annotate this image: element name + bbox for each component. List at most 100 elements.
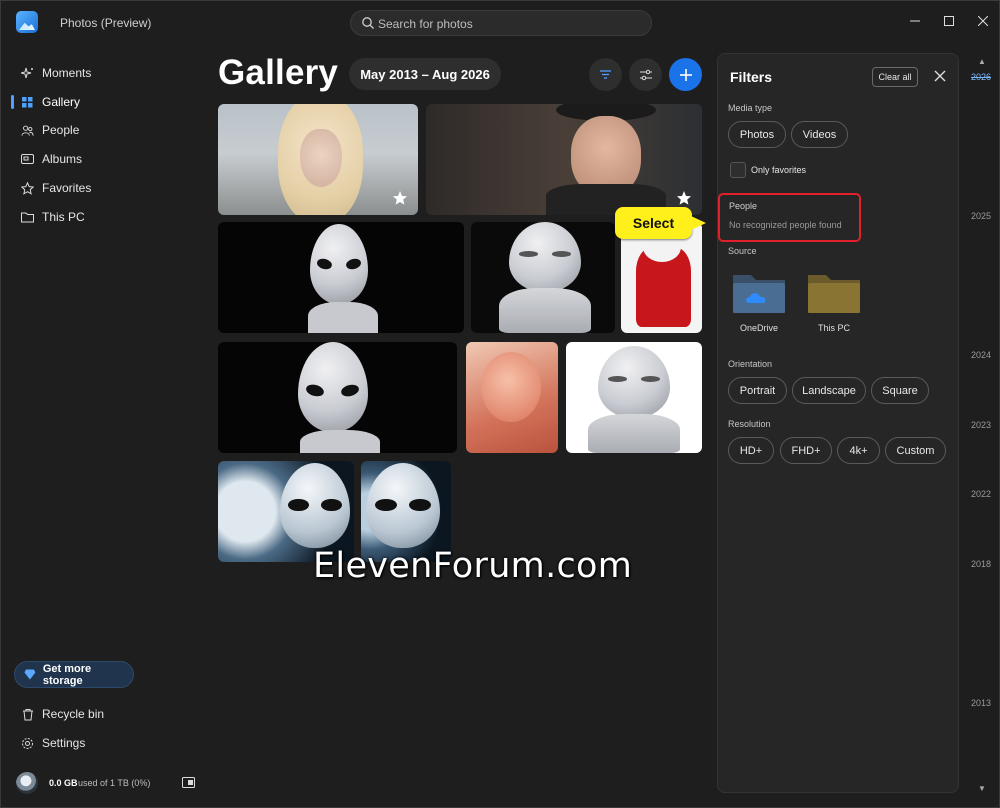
photo-thumbnail[interactable] (471, 222, 615, 333)
add-button[interactable] (669, 58, 702, 91)
photo-body (308, 302, 378, 333)
photo-eye (519, 251, 538, 257)
people-empty-text: No recognized people found (729, 220, 842, 230)
get-more-storage-button[interactable]: Get more storage (14, 661, 134, 688)
photo-thumbnail[interactable] (566, 342, 702, 453)
view-options-button[interactable] (629, 58, 662, 91)
sidebar-item-label: This PC (42, 210, 85, 224)
app-title: Photos (Preview) (60, 16, 152, 30)
only-favorites-checkbox[interactable] (730, 162, 746, 178)
sidebar-item-moments[interactable]: Moments (11, 60, 201, 86)
people-heading: People (729, 201, 758, 211)
chip-photos[interactable]: Photos (728, 121, 786, 148)
filter-icon (600, 70, 611, 79)
resolution-heading: Resolution (728, 419, 771, 429)
onedrive-folder-icon (733, 275, 785, 313)
filters-title: Filters (730, 69, 773, 85)
source-onedrive-label: OneDrive (739, 323, 778, 333)
search-input[interactable]: Search for photos (350, 10, 652, 36)
photo-subject (481, 352, 541, 422)
photo-alien (366, 463, 440, 548)
scroll-up-icon[interactable]: ▲ (977, 57, 987, 67)
photo-eye (608, 376, 627, 382)
photo-eye (344, 257, 363, 271)
avatar[interactable] (16, 772, 38, 794)
timeline-year[interactable]: 2024 (971, 350, 991, 360)
photo-face (300, 129, 342, 187)
photo-body (588, 414, 680, 453)
timeline-year[interactable]: 2026 (971, 72, 991, 82)
people-highlight: People No recognized people found (718, 193, 861, 242)
sidebar-item-this-pc[interactable]: This PC (11, 204, 201, 230)
photo-thumbnail[interactable] (218, 222, 464, 333)
photo-eye (288, 498, 310, 512)
chip-videos[interactable]: Videos (791, 121, 848, 148)
timeline-year[interactable]: 2018 (971, 559, 991, 569)
album-icon (21, 153, 34, 166)
photo-alien (509, 222, 581, 292)
storage-info: 0.0 GB used of 1 TB (0%) (16, 772, 196, 794)
photo-thumbnail[interactable] (466, 342, 558, 453)
sidebar-item-favorites[interactable]: Favorites (11, 175, 201, 201)
date-range-button[interactable]: May 2013 – Aug 2026 (349, 58, 501, 90)
photo-thumbnail[interactable] (218, 104, 418, 215)
sidebar-item-label: Moments (42, 66, 92, 80)
diamond-icon (24, 669, 36, 680)
sidebar-item-label: Recycle bin (42, 707, 105, 721)
chip-custom[interactable]: Custom (885, 437, 946, 464)
sidebar-item-people[interactable]: People (11, 117, 201, 143)
photos-app-icon (16, 11, 38, 33)
timeline-year[interactable]: 2022 (971, 489, 991, 499)
people-icon (21, 124, 34, 137)
chip-hd[interactable]: HD+ (728, 437, 774, 464)
filters-panel: Filters Clear all Media type Photos Vide… (717, 53, 959, 793)
photo-thumbnail[interactable] (218, 342, 457, 453)
sidebar-item-albums[interactable]: Albums (11, 146, 201, 172)
photo-alien (298, 342, 368, 432)
source-onedrive[interactable] (731, 271, 787, 315)
favorite-star-icon[interactable] (676, 190, 692, 206)
chip-portrait[interactable]: Portrait (728, 377, 787, 404)
minimize-button[interactable] (905, 11, 925, 31)
scroll-down-icon[interactable]: ▼ (977, 784, 987, 794)
timeline-year[interactable]: 2013 (971, 698, 991, 708)
sidebar-item-label: Settings (42, 736, 86, 750)
sidebar-item-gallery[interactable]: Gallery (11, 89, 201, 115)
search-placeholder: Search for photos (378, 17, 473, 31)
sidebar-item-recycle-bin[interactable]: Recycle bin (11, 701, 201, 727)
grid-icon (21, 96, 34, 109)
close-icon[interactable] (932, 68, 948, 84)
photo-alien (280, 463, 350, 548)
plus-icon (679, 68, 692, 81)
photos-window: Photos (Preview) Search for photos Momen… (0, 0, 1000, 808)
photo-eye (641, 376, 660, 382)
chip-square[interactable]: Square (871, 377, 929, 404)
chip-fhd[interactable]: FHD+ (780, 437, 832, 464)
watermark: ElevenForum.com (313, 546, 633, 586)
sidebar-item-label: Gallery (42, 95, 81, 109)
chip-4k[interactable]: 4k+ (837, 437, 880, 464)
close-window-button[interactable] (973, 11, 993, 31)
favorite-star-icon[interactable] (392, 190, 408, 206)
photo-eye (320, 498, 342, 512)
photo-eye (408, 498, 432, 512)
source-this-pc[interactable] (806, 271, 862, 315)
sidebar-item-label: People (42, 123, 80, 137)
onedrive-sync-icon[interactable] (182, 776, 195, 789)
timeline-year[interactable]: 2023 (971, 420, 991, 430)
photo-alien (310, 224, 368, 304)
filter-button[interactable] (589, 58, 622, 91)
maximize-button[interactable] (939, 11, 959, 31)
sidebar-item-label: Albums (42, 152, 83, 166)
sidebar-item-settings[interactable]: Settings (11, 730, 201, 756)
media-type-heading: Media type (728, 103, 773, 113)
photo-eye (305, 383, 326, 399)
star-icon (21, 181, 34, 195)
clear-all-button[interactable]: Clear all (872, 67, 918, 87)
chip-landscape[interactable]: Landscape (792, 377, 866, 404)
source-heading: Source (728, 246, 757, 256)
timeline-year[interactable]: 2025 (971, 211, 991, 221)
photo-thumbnail[interactable] (426, 104, 702, 215)
sidebar-item-label: Favorites (42, 181, 92, 195)
photo-eye (374, 498, 398, 512)
